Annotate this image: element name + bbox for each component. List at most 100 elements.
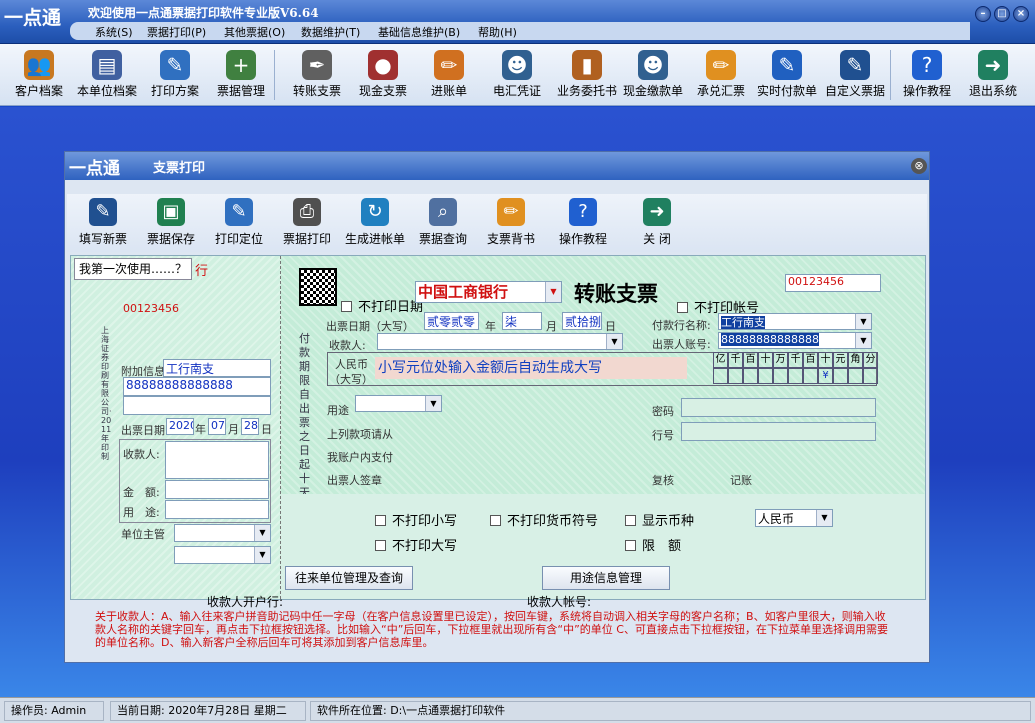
toolbar-pen-check-button[interactable]: ✒ 转账支票 (282, 48, 352, 104)
attach-line2[interactable]: 88888888888888 (123, 377, 271, 396)
payee-select[interactable]: ▼ (377, 333, 623, 350)
show-currency-checkbox[interactable]: 显示币种 (625, 510, 694, 529)
no-small-checkbox[interactable]: 不打印小写 (375, 510, 457, 529)
partner-manage-button[interactable]: 往来单位管理及查询 (285, 566, 413, 590)
dialog-title-bar: 一点通 支票打印 ⊗ (65, 152, 929, 180)
no-symbol-checkbox[interactable]: 不打印货币符号 (490, 510, 598, 529)
rmb-sub-label: （大写） (329, 373, 373, 386)
date-label: 出票日期（大写） (326, 320, 414, 333)
stub-extra-select[interactable]: ▼ (174, 546, 271, 564)
bank-select[interactable]: 中国工商银行 ▼ (415, 281, 562, 303)
menu-help[interactable]: 帮助(H) (478, 24, 517, 40)
toolbar-label: 承兑汇票 (696, 84, 745, 98)
toolbar-worker-button[interactable]: ☻ 现金缴款单 (618, 48, 688, 104)
date-year-cn[interactable]: 贰零贰零 (424, 312, 479, 330)
stub-day[interactable]: 28 (241, 418, 259, 435)
stub-number: 00123456 (123, 302, 179, 315)
menu-print[interactable]: 票据打印(P) (147, 24, 206, 40)
drawer-account-select[interactable]: 88888888888888 ▼ (718, 332, 872, 349)
dialog-help-button[interactable]: ? 操作教程 (549, 198, 617, 247)
search-icon: ⌕ (429, 198, 457, 226)
attach-line1[interactable]: 工行南支 (163, 359, 271, 377)
usage-select[interactable]: ▼ (355, 395, 442, 412)
chevron-down-icon: ▼ (254, 547, 270, 563)
toolbar-label: 转账支票 (292, 84, 341, 98)
digit-cell[interactable] (758, 368, 773, 384)
dialog-toolbar-label: 填写新票 (78, 232, 127, 246)
digit-cell[interactable] (803, 368, 818, 384)
digit-cell[interactable] (728, 368, 743, 384)
first-use-tip[interactable]: 我第一次使用……？ (74, 258, 192, 280)
user-pen-icon: ✎ (840, 50, 870, 80)
password-field[interactable] (681, 398, 876, 417)
above-label: 上列款项请从 (327, 428, 393, 441)
toolbar-book-button[interactable]: ▮ 业务委托书 (552, 48, 622, 104)
date-day-cn[interactable]: 贰拾捌 (562, 312, 602, 330)
toolbar-agent-button[interactable]: ☻ 电汇凭证 (482, 48, 552, 104)
stub-year[interactable]: 2020 (166, 418, 194, 435)
dialog-search-button[interactable]: ⌕ 票据查询 (409, 198, 477, 247)
digit-cell[interactable] (743, 368, 758, 384)
payee-account-label: 收款人帐号: (527, 595, 592, 609)
toolbar-person-button[interactable]: ● 现金支票 (348, 48, 418, 104)
qr-code-icon (299, 268, 337, 306)
date-year-unit: 年 (485, 320, 496, 333)
toolbar-user-add-button[interactable]: + 票据管理 (206, 48, 276, 104)
toolbar-help-button[interactable]: ? 操作教程 (892, 48, 962, 104)
digit-cell[interactable] (713, 368, 728, 384)
stub-month[interactable]: 07 (208, 418, 226, 435)
dialog-refresh-button[interactable]: ↻ 生成进帐单 (341, 198, 409, 247)
check-number: 00123456 (785, 274, 881, 292)
currency-select[interactable]: 人民币 ▼ (755, 509, 833, 527)
toolbar-user-edit-button[interactable]: ✎ 实时付款单 (752, 48, 822, 104)
dialog-printer-button[interactable]: ⎙ 票据打印 (273, 198, 341, 247)
digit-cell[interactable] (788, 368, 803, 384)
dialog-user-pen-button[interactable]: ✎ 填写新票 (69, 198, 137, 247)
toolbar-users-button[interactable]: 👥 客户档案 (4, 48, 74, 104)
stub-amount-field[interactable] (165, 480, 269, 499)
toolbar-print-plan-button[interactable]: ✎ 打印方案 (140, 48, 210, 104)
digit-cell[interactable]: ¥ (818, 368, 833, 384)
minimize-icon[interactable]: – (975, 6, 991, 22)
toolbar-id-card-button[interactable]: ▤ 本单位档案 (72, 48, 142, 104)
toolbar-exit-button[interactable]: ➜ 退出系统 (958, 48, 1028, 104)
digit-header: 千 (728, 352, 743, 368)
digit-header: 亿 (713, 352, 728, 368)
stub-manager-select[interactable]: ▼ (174, 524, 271, 542)
digit-cell[interactable] (833, 368, 848, 384)
dialog-pencil-button[interactable]: ✏ 支票背书 (477, 198, 545, 247)
amount-hint[interactable]: 小写元位处输入金额后自动生成大写 (375, 357, 687, 379)
menu-other[interactable]: 其他票据(O) (224, 24, 285, 40)
toolbar-label: 退出系统 (968, 84, 1017, 98)
no-print-date-checkbox[interactable]: 不打印日期 (341, 296, 423, 315)
attach-line3[interactable] (123, 396, 271, 415)
dialog-toolbar: ✎ 填写新票 ▣ 票据保存 ✎ 打印定位 ⎙ 票据打印 ↻ 生成进帐单 ⌕ 票据查询 ✏ 支票背书? 操作教… (67, 194, 927, 252)
user-edit-icon: ✎ (772, 50, 802, 80)
menu-system[interactable]: 系统(S) (95, 24, 133, 40)
bank-no-field[interactable] (681, 422, 876, 441)
menu-data[interactable]: 数据维护(T) (301, 24, 360, 40)
stub-usage-field[interactable] (165, 500, 269, 519)
dialog-print-plan-button[interactable]: ✎ 打印定位 (205, 198, 273, 247)
usage-manage-button[interactable]: 用途信息管理 (542, 566, 670, 590)
signature-label: 出票人签章 (327, 474, 382, 487)
payer-bank-select[interactable]: 工行南支 ▼ (718, 313, 872, 330)
limit-checkbox[interactable]: 限 额 (625, 535, 681, 554)
stub-payee-field[interactable] (165, 441, 269, 479)
digit-cell[interactable] (773, 368, 788, 384)
maximize-icon[interactable]: □ (994, 6, 1010, 22)
date-day-unit: 日 (605, 320, 616, 333)
chevron-down-icon: ▼ (425, 396, 441, 411)
digit-cell[interactable] (848, 368, 863, 384)
dialog-exit-button[interactable]: ➜ 关 闭 (623, 198, 691, 247)
toolbar-pencil-button[interactable]: ✏ 进账单 (414, 48, 484, 104)
date-month-cn[interactable]: 柒 (502, 312, 542, 330)
menu-base[interactable]: 基础信息维护(B) (378, 24, 460, 40)
dialog-save-button[interactable]: ▣ 票据保存 (137, 198, 205, 247)
toolbar-pencil-button[interactable]: ✏ 承兑汇票 (686, 48, 756, 104)
digit-cell[interactable] (863, 368, 878, 384)
no-big-checkbox[interactable]: 不打印大写 (375, 535, 457, 554)
dialog-close-icon[interactable]: ⊗ (911, 158, 927, 174)
close-icon[interactable]: × (1013, 6, 1029, 22)
toolbar-user-pen-button[interactable]: ✎ 自定义票据 (820, 48, 890, 104)
